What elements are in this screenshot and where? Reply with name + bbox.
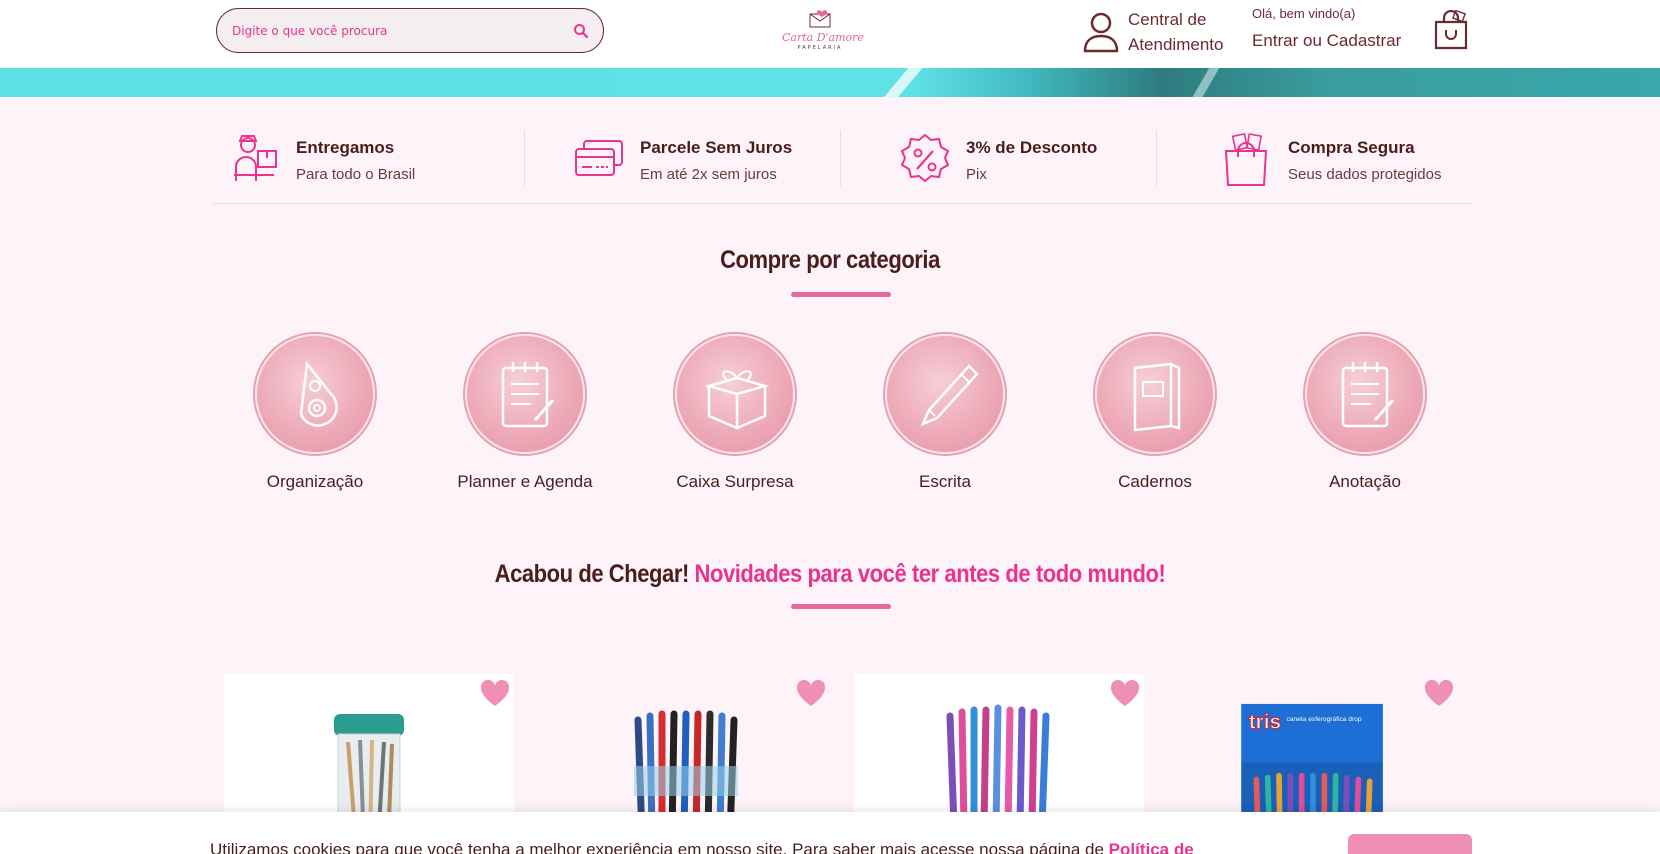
pen-icon	[920, 364, 979, 427]
category-badge	[1305, 334, 1425, 454]
heart-icon[interactable]	[480, 680, 510, 708]
new-arrivals-title-part1: Acabou de Chegar!	[494, 560, 690, 588]
product-box-text: caneta esferográfica drop	[1287, 716, 1362, 723]
category-caixa-surpresa[interactable]: Caixa Surpresa	[660, 334, 810, 492]
banner-decoration	[878, 68, 926, 97]
category-organizacao[interactable]: Organização	[240, 334, 390, 492]
account-area: Olá, bem vindo(a) Entrar ou Cadastrar	[1252, 6, 1432, 51]
discount-icon	[900, 133, 950, 183]
category-cadernos[interactable]: Cadernos	[1080, 334, 1230, 492]
benefit-subtitle: Em até 2x sem juros	[640, 165, 777, 183]
heart-icon[interactable]	[1424, 680, 1454, 708]
categories-title: Compre por categoria	[720, 246, 940, 274]
heart-icon[interactable]	[796, 680, 826, 708]
category-badge	[1095, 334, 1215, 454]
greeting-text: Olá, bem vindo(a)	[1252, 6, 1356, 21]
new-arrivals-title: Acabou de Chegar! Novidades para você te…	[100, 560, 1561, 589]
product-brand-text: tris	[1249, 711, 1281, 734]
login-register-link[interactable]: Entrar ou Cadastrar	[1252, 31, 1432, 51]
category-label: Planner e Agenda	[457, 472, 593, 491]
category-badge	[675, 334, 795, 454]
benefit-title: Entregamos	[296, 137, 395, 157]
divider	[1156, 130, 1157, 186]
benefits-bar: Entregamos Para todo o Brasil Parcele Se…	[212, 124, 1472, 204]
category-planner-agenda[interactable]: Planner e Agenda	[450, 334, 600, 492]
benefit-title: 3% de Desconto	[966, 137, 1098, 157]
benefit-item: Entregamos Para todo o Brasil	[228, 130, 415, 190]
banner-decoration	[1188, 68, 1222, 97]
category-escrita[interactable]: Escrita	[870, 334, 1020, 492]
site-logo[interactable]: Carta D'amore PAPELARIA	[782, 8, 864, 54]
correction-tape-icon	[299, 360, 338, 427]
category-anotacao[interactable]: Anotação	[1290, 334, 1440, 492]
privacy-policy-link[interactable]: Política de	[1109, 840, 1194, 854]
category-label: Escrita	[919, 472, 971, 491]
notepad-icon	[501, 362, 555, 428]
secure-bag-icon	[1224, 132, 1268, 186]
customer-service-link[interactable]: Central de Atendimento	[1082, 6, 1238, 58]
cookie-text: Utilizamos cookies para que você tenha a…	[210, 840, 1194, 854]
divider	[840, 130, 841, 186]
notepad-icon	[1341, 362, 1395, 428]
heart-icon[interactable]	[1110, 680, 1140, 708]
cart-icon[interactable]	[1432, 10, 1470, 52]
credit-card-icon	[575, 140, 623, 176]
cookie-message: Utilizamos cookies para que você tenha a…	[210, 840, 1109, 854]
site-header: Carta D'amore PAPELARIA Central de Atend…	[0, 0, 1660, 68]
new-arrivals-title-part2: Novidades para você ter antes de todo mu…	[694, 560, 1166, 588]
category-badge	[255, 334, 375, 454]
category-badge	[885, 334, 1005, 454]
divider	[524, 130, 525, 186]
category-label: Anotação	[1329, 472, 1401, 491]
category-label: Caixa Surpresa	[676, 472, 794, 491]
notebook-icon	[1133, 362, 1181, 432]
delivery-icon	[234, 135, 277, 181]
logo-text: Carta D'amore	[782, 31, 864, 44]
benefit-subtitle: Pix	[966, 165, 987, 183]
search-input[interactable]	[232, 23, 573, 38]
benefit-subtitle: Para todo o Brasil	[296, 165, 416, 183]
category-label: Cadernos	[1118, 472, 1192, 491]
customer-service-label: Central de Atendimento	[1128, 10, 1224, 54]
hero-banner[interactable]	[0, 68, 1660, 97]
logo-envelope-icon	[809, 10, 831, 28]
category-label: Organização	[266, 472, 364, 491]
search-box	[216, 8, 604, 53]
benefit-item: Parcele Sem Juros Em até 2x sem juros	[572, 130, 792, 190]
gift-box-icon	[704, 370, 770, 430]
accept-cookies-button[interactable]	[1348, 834, 1472, 854]
cookie-banner: Utilizamos cookies para que você tenha a…	[0, 812, 1660, 854]
category-badge	[465, 334, 585, 454]
benefit-item: Compra Segura Seus dados protegidos	[1220, 130, 1441, 190]
title-underline	[791, 292, 891, 297]
benefit-title: Parcele Sem Juros	[640, 137, 793, 157]
user-icon	[1083, 12, 1119, 53]
title-underline	[791, 604, 891, 609]
search-icon[interactable]	[573, 23, 589, 39]
benefit-item: 3% de Desconto Pix	[898, 130, 1097, 190]
logo-subtext: PAPELARIA	[797, 45, 843, 51]
benefit-title: Compra Segura	[1288, 137, 1415, 157]
benefit-subtitle: Seus dados protegidos	[1288, 165, 1442, 183]
